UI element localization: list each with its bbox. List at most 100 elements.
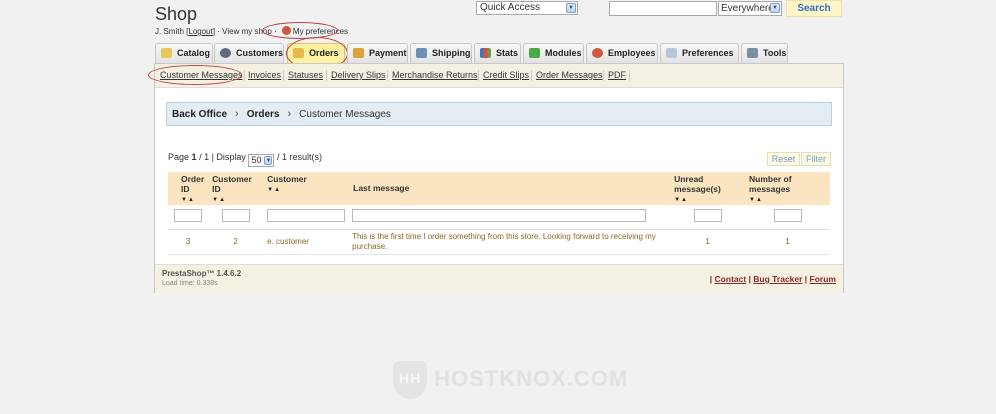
orders-subnav: Customer Messages Invoices Statuses Deli… bbox=[148, 64, 843, 88]
search-button[interactable]: Search bbox=[786, 0, 842, 17]
breadcrumb-back-office[interactable]: Back Office bbox=[172, 109, 227, 120]
tab-tools[interactable]: Tools bbox=[741, 43, 788, 63]
result-count: / 1 result(s) bbox=[276, 152, 322, 162]
sort-arrows-icon[interactable]: ▼▲ bbox=[267, 185, 345, 195]
subnav-invoices[interactable]: Invoices bbox=[248, 70, 281, 80]
subnav-divider bbox=[531, 70, 532, 81]
version-label: PrestaShop™ 1.4.6.2 bbox=[162, 269, 242, 278]
quick-access-select[interactable]: Quick Access ▼ bbox=[476, 1, 578, 15]
tab-stats[interactable]: Stats bbox=[474, 43, 521, 63]
load-time: Load time: 0.338s bbox=[162, 280, 218, 287]
subnav-divider bbox=[326, 70, 327, 81]
sort-arrows-icon[interactable]: ▼▲ bbox=[674, 195, 741, 205]
column-order-id: Order ID ▼▲ bbox=[168, 172, 209, 205]
chevron-right-icon: › bbox=[287, 108, 292, 120]
watermark-text: HOSTKNOX.COM bbox=[434, 365, 629, 391]
customer-messages-table: Order ID ▼▲ Customer ID ▼▲ Customer ▼▲ Last… bbox=[168, 172, 830, 255]
tab-modules[interactable]: Modules bbox=[523, 43, 584, 63]
breadcrumb-orders[interactable]: Orders bbox=[247, 109, 280, 120]
content-panel: Customer Messages Invoices Statuses Deli… bbox=[148, 63, 844, 293]
subnav-statuses[interactable]: Statuses bbox=[288, 70, 323, 80]
subnav-pdf[interactable]: PDF bbox=[608, 70, 626, 80]
tab-payment[interactable]: Payment bbox=[347, 43, 408, 63]
column-customer-id: Customer ID ▼▲ bbox=[208, 172, 264, 205]
reset-button[interactable]: Reset bbox=[767, 152, 800, 166]
tab-customers[interactable]: Customers bbox=[214, 43, 284, 63]
breadcrumb-current: Customer Messages bbox=[299, 109, 391, 120]
forum-link[interactable]: Forum bbox=[810, 274, 836, 284]
tab-shipping[interactable]: Shipping bbox=[410, 43, 472, 63]
subnav-divider bbox=[629, 70, 630, 81]
search-input[interactable] bbox=[609, 1, 717, 16]
truck-icon bbox=[416, 48, 427, 58]
cell-number-of-messages: 1 bbox=[745, 229, 830, 255]
subnav-merchandise-returns[interactable]: Merchandise Returns bbox=[392, 70, 478, 80]
cell-order-id: 3 bbox=[168, 229, 209, 255]
table-row[interactable]: 3 2 e. customer This is the first time I… bbox=[168, 229, 830, 255]
highlight-circle-preferences bbox=[262, 22, 338, 39]
payment-icon bbox=[353, 48, 364, 58]
user-name: J. Smith [ bbox=[155, 27, 189, 36]
tab-preferences[interactable]: Preferences bbox=[660, 43, 739, 63]
chart-icon bbox=[480, 48, 491, 58]
column-last-message: Last message bbox=[349, 172, 671, 205]
subnav-divider bbox=[478, 70, 479, 81]
quick-access-value: Quick Access bbox=[480, 2, 541, 13]
subnav-credit-slips[interactable]: Credit Slips bbox=[483, 70, 529, 80]
chevron-down-icon: ▼ bbox=[566, 3, 576, 13]
search-scope-value: Everywhere bbox=[721, 3, 774, 14]
filter-number-input[interactable] bbox=[773, 209, 802, 223]
total-pages: / 1 | Display bbox=[199, 152, 246, 162]
filter-row bbox=[168, 205, 830, 230]
per-page-select[interactable]: 50 ▼ bbox=[248, 154, 275, 167]
search-scope-select[interactable]: Everywhere ▼ bbox=[718, 1, 782, 16]
subnav-divider bbox=[283, 70, 284, 81]
subnav-divider bbox=[603, 70, 604, 81]
column-customer: Customer ▼▲ bbox=[263, 172, 350, 205]
table-header-row: Order ID ▼▲ Customer ID ▼▲ Customer ▼▲ Last… bbox=[168, 172, 830, 205]
chevron-down-icon: ▼ bbox=[770, 3, 780, 13]
filter-button[interactable]: Filter bbox=[801, 152, 831, 166]
filter-order-id-input[interactable] bbox=[174, 209, 203, 223]
wrench-icon bbox=[747, 48, 758, 58]
watermark: HOSTKNOX.COM bbox=[393, 361, 628, 399]
filter-customer-id-input[interactable] bbox=[221, 209, 250, 223]
sort-arrows-icon[interactable]: ▼▲ bbox=[181, 195, 204, 205]
tab-catalog[interactable]: Catalog bbox=[155, 43, 213, 63]
employee-icon bbox=[592, 48, 603, 58]
column-unread: Unread message(s) ▼▲ bbox=[670, 172, 746, 205]
cell-last-message: This is the first time I order something… bbox=[349, 229, 671, 255]
logout-link[interactable]: Logout bbox=[188, 27, 212, 36]
sort-arrows-icon[interactable]: ▼▲ bbox=[749, 195, 826, 205]
user-icon bbox=[220, 48, 231, 58]
puzzle-icon bbox=[529, 48, 540, 58]
subnav-divider bbox=[387, 70, 388, 81]
cell-customer: e. customer bbox=[263, 229, 350, 255]
pagination: Page 1 / 1 | Display 50 ▼ / 1 result(s) bbox=[168, 152, 322, 167]
sort-arrows-icon[interactable]: ▼▲ bbox=[212, 195, 259, 205]
current-page: 1 bbox=[191, 152, 197, 162]
footer: PrestaShop™ 1.4.6.2 Load time: 0.338s | … bbox=[155, 264, 843, 293]
shop-title: Shop bbox=[155, 4, 198, 24]
cell-unread: 1 bbox=[670, 229, 746, 255]
tab-employees[interactable]: Employees bbox=[586, 43, 658, 63]
filter-last-message-input[interactable] bbox=[352, 209, 647, 223]
subnav-order-messages[interactable]: Order Messages bbox=[536, 70, 603, 80]
column-number-of-messages: Number of messages ▼▲ bbox=[745, 172, 830, 205]
cell-customer-id: 2 bbox=[208, 229, 264, 255]
preferences-icon bbox=[666, 48, 677, 58]
footer-links: | Contact | Bug Tracker | Forum bbox=[709, 274, 836, 284]
page-label: Page bbox=[168, 152, 190, 162]
filter-unread-input[interactable] bbox=[693, 209, 722, 223]
folder-icon bbox=[161, 48, 172, 58]
filter-customer-input[interactable] bbox=[267, 209, 346, 223]
chevron-right-icon: › bbox=[235, 108, 239, 120]
shield-logo-icon bbox=[393, 361, 427, 399]
chevron-down-icon: ▼ bbox=[264, 156, 273, 165]
per-page-value: 50 bbox=[251, 155, 262, 165]
breadcrumb: Back Office › Orders › Customer Messages bbox=[166, 102, 832, 126]
highlight-circle-customer-messages bbox=[148, 65, 242, 85]
bug-tracker-link[interactable]: Bug Tracker bbox=[753, 274, 802, 284]
contact-link[interactable]: Contact bbox=[715, 274, 747, 284]
subnav-delivery-slips[interactable]: Delivery Slips bbox=[331, 70, 386, 80]
